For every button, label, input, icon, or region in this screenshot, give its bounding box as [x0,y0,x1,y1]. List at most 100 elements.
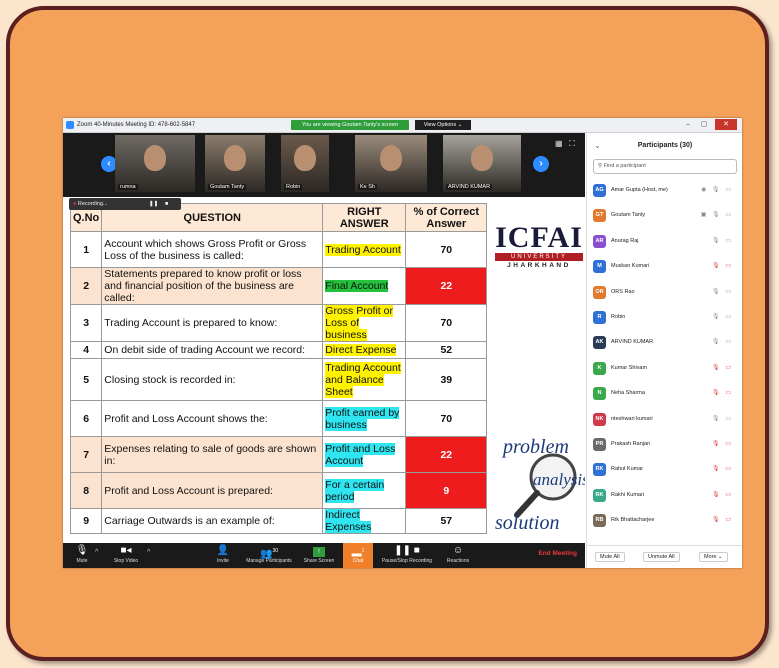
video-tile-name: ARVIND KUMAR [446,184,493,190]
table-row: 4 On debit side of trading Account we rec… [69,341,488,359]
maximize-icon[interactable]: ▢ [697,119,711,130]
question-number: 3 [69,304,103,342]
avatar: R [593,310,606,324]
participants-icon: 👥30 [259,548,278,560]
participant-name: Rahul Kumar [611,466,644,473]
participants-footer: Mute All Unmute All More ⌄ [587,545,742,568]
stop-video-label: Stop Video [113,558,139,564]
audio-options-chevron-icon[interactable]: ^ [95,549,98,556]
participant-count: 30 [272,548,278,554]
participant-name: Robin [611,313,626,320]
question-number: 2 [69,267,103,305]
view-options-button[interactable]: View Options ⌄ [415,120,471,130]
participant-row[interactable]: RK Rakhi Kumari 🎙 ▭ [587,484,742,509]
right-answer: Gross Profit or Loss of business [322,304,407,342]
participant-list: AG Amar Gupta (Host, me) ◉ 🎙 ▭ GT Goutam Tan… [587,179,742,534]
unmute-all-button[interactable]: Unmute All [643,552,680,562]
logo-region: JHARKHAND [507,262,571,269]
avatar: NK [593,412,606,426]
answer-highlight: Trading Account and Balance Sheet [325,361,401,398]
gallery-view-icon[interactable]: ▦ [555,139,563,148]
participant-status-icons: 🎙 ▭ [712,440,733,447]
participant-row[interactable]: OR ORS Rao 🎙 ▭ [587,281,742,306]
participant-row[interactable]: PR Prakash Ranjan 🎙 ▭ [587,433,742,458]
table-row: 8 Profit and Loss Account is prepared: For… [69,472,488,509]
question-text: Trading Account is prepared to know: [101,304,324,342]
participant-name: Rik Bhattacharjee [611,517,655,524]
invite-icon: 👤 [216,545,230,556]
chat-icon: ▬1 [351,548,365,560]
right-answer: Trading Account [322,231,407,268]
video-options-chevron-icon[interactable]: ^ [147,549,150,556]
participant-row[interactable]: AK ARVIND KUMAR 🎙 ▭ [587,331,742,356]
fullscreen-icon[interactable]: ⛶ [569,139,575,149]
table-row: 1 Account which shows Gross Profit or Gro… [69,231,488,268]
chat-button[interactable]: ▬1 Chat [343,543,373,568]
question-number: 6 [69,400,103,437]
participant-row[interactable]: N Neha Sharma 🎙 ▭ [587,382,742,407]
answer-highlight: Final Account [325,280,389,292]
video-tile[interactable]: Goutam Tanty [205,135,265,192]
mute-button[interactable]: 🎙 Mute [69,543,95,568]
participant-status-icons: ◉ 🎙 ▭ [701,187,733,193]
next-page-icon[interactable]: › [533,156,549,172]
pause-recording-icon[interactable]: ❚❚ [149,198,158,210]
participant-name: ARVIND KUMAR [611,339,654,346]
participant-status-icons: 🎙 ▭ [712,263,733,270]
stop-recording-icon[interactable]: ■ [165,198,168,210]
participant-search-input[interactable]: ⚲ Find a participant [593,159,737,174]
right-answer: Indirect Expenses [322,508,407,534]
participant-row[interactable]: M Muskan Kumari 🎙 ▭ [587,255,742,280]
video-strip: ‹ rumna Goutam Tanty Robin Ke Sh ARVIND KUMA… [63,133,585,197]
video-tile[interactable]: Ke Sh [355,135,427,192]
stop-video-button[interactable]: ■◂ Stop Video [105,543,147,568]
avatar: M [593,260,606,274]
video-tile[interactable]: rumna [115,135,195,192]
participant-row[interactable]: GT Goutam Tanty ▣ 🎙 ▭ [587,204,742,229]
table-row: 7 Expenses relating to sale of goods are … [69,436,488,473]
answer-highlight: Profit earned by business [325,406,400,431]
question-text: Profit and Loss Account is prepared: [101,472,324,509]
question-text: Carriage Outwards is an example of: [101,508,324,534]
participant-row[interactable]: AG Amar Gupta (Host, me) ◉ 🎙 ▭ [587,179,742,204]
participant-row[interactable]: R Robin 🎙 ▭ [587,306,742,331]
reactions-label: Reactions [446,558,470,564]
participant-row[interactable]: AR Anurag Raj 🎙 ▭ [587,230,742,255]
participant-status-icons: 🎙 ▭ [712,313,733,320]
quiz-table: Q.No QUESTION RIGHT ANSWER % of Correct … [69,203,488,534]
shared-screen: Q.No QUESTION RIGHT ANSWER % of Correct … [63,197,585,543]
meeting-toolbar: 🎙 Mute ^ ■◂ Stop Video ^ 👤 Invite 👥30 Manage… [63,543,585,568]
participant-name: Anurag Raj [611,237,639,244]
video-tile[interactable]: ARVIND KUMAR [443,135,521,192]
close-icon[interactable]: ✕ [715,119,737,130]
end-meeting-button[interactable]: End Meeting [538,550,577,557]
minimize-icon[interactable]: – [681,119,695,130]
more-button[interactable]: More ⌄ [699,552,728,562]
zoom-icon [66,121,74,129]
question-text: Statements prepared to know profit or lo… [101,267,324,305]
participant-status-icons: 🎙 ▭ [712,339,733,346]
video-tile-name: Ke Sh [358,184,377,190]
participant-row[interactable]: K Kumar Shivam 🎙 ▭ [587,357,742,382]
video-tile[interactable]: Robin [281,135,329,192]
table-row: 2 Statements prepared to know profit or l… [69,267,488,305]
mute-all-button[interactable]: Mute All [595,552,625,562]
avatar: K [593,361,606,375]
collapse-chevron-icon[interactable]: ⌄ [594,133,601,159]
participant-row[interactable]: RB Rik Bhattacharjee 🎙 ▭ [587,509,742,534]
avatar: RB [593,514,606,528]
manage-participants-button[interactable]: 👥30 Manage Participants [239,543,299,568]
participant-row[interactable]: NK nteshwari kumari 🎙 ▭ [587,408,742,433]
share-screen-button[interactable]: ↑ Share Screen [301,543,337,568]
answer-highlight: For a certain period [325,478,385,503]
participant-row[interactable]: RK Rahul Kumar 🎙 ▭ [587,458,742,483]
pause-stop-recording-button[interactable]: ❚❚ ■ Pause/Stop Recording [377,543,437,568]
invite-button[interactable]: 👤 Invite [211,543,235,568]
share-screen-icon: ↑ [301,543,337,558]
participants-panel: ⌄ Participants (30) ⚲ Find a participant… [586,133,742,568]
logo-name: ICFAI [495,221,583,254]
zoom-window: Zoom 40-Minutes Meeting ID: 478-602-5847… [63,118,742,568]
percent-correct: 70 [405,231,488,268]
question-number: 4 [69,341,103,359]
reactions-button[interactable]: ☺ Reactions [441,543,475,568]
